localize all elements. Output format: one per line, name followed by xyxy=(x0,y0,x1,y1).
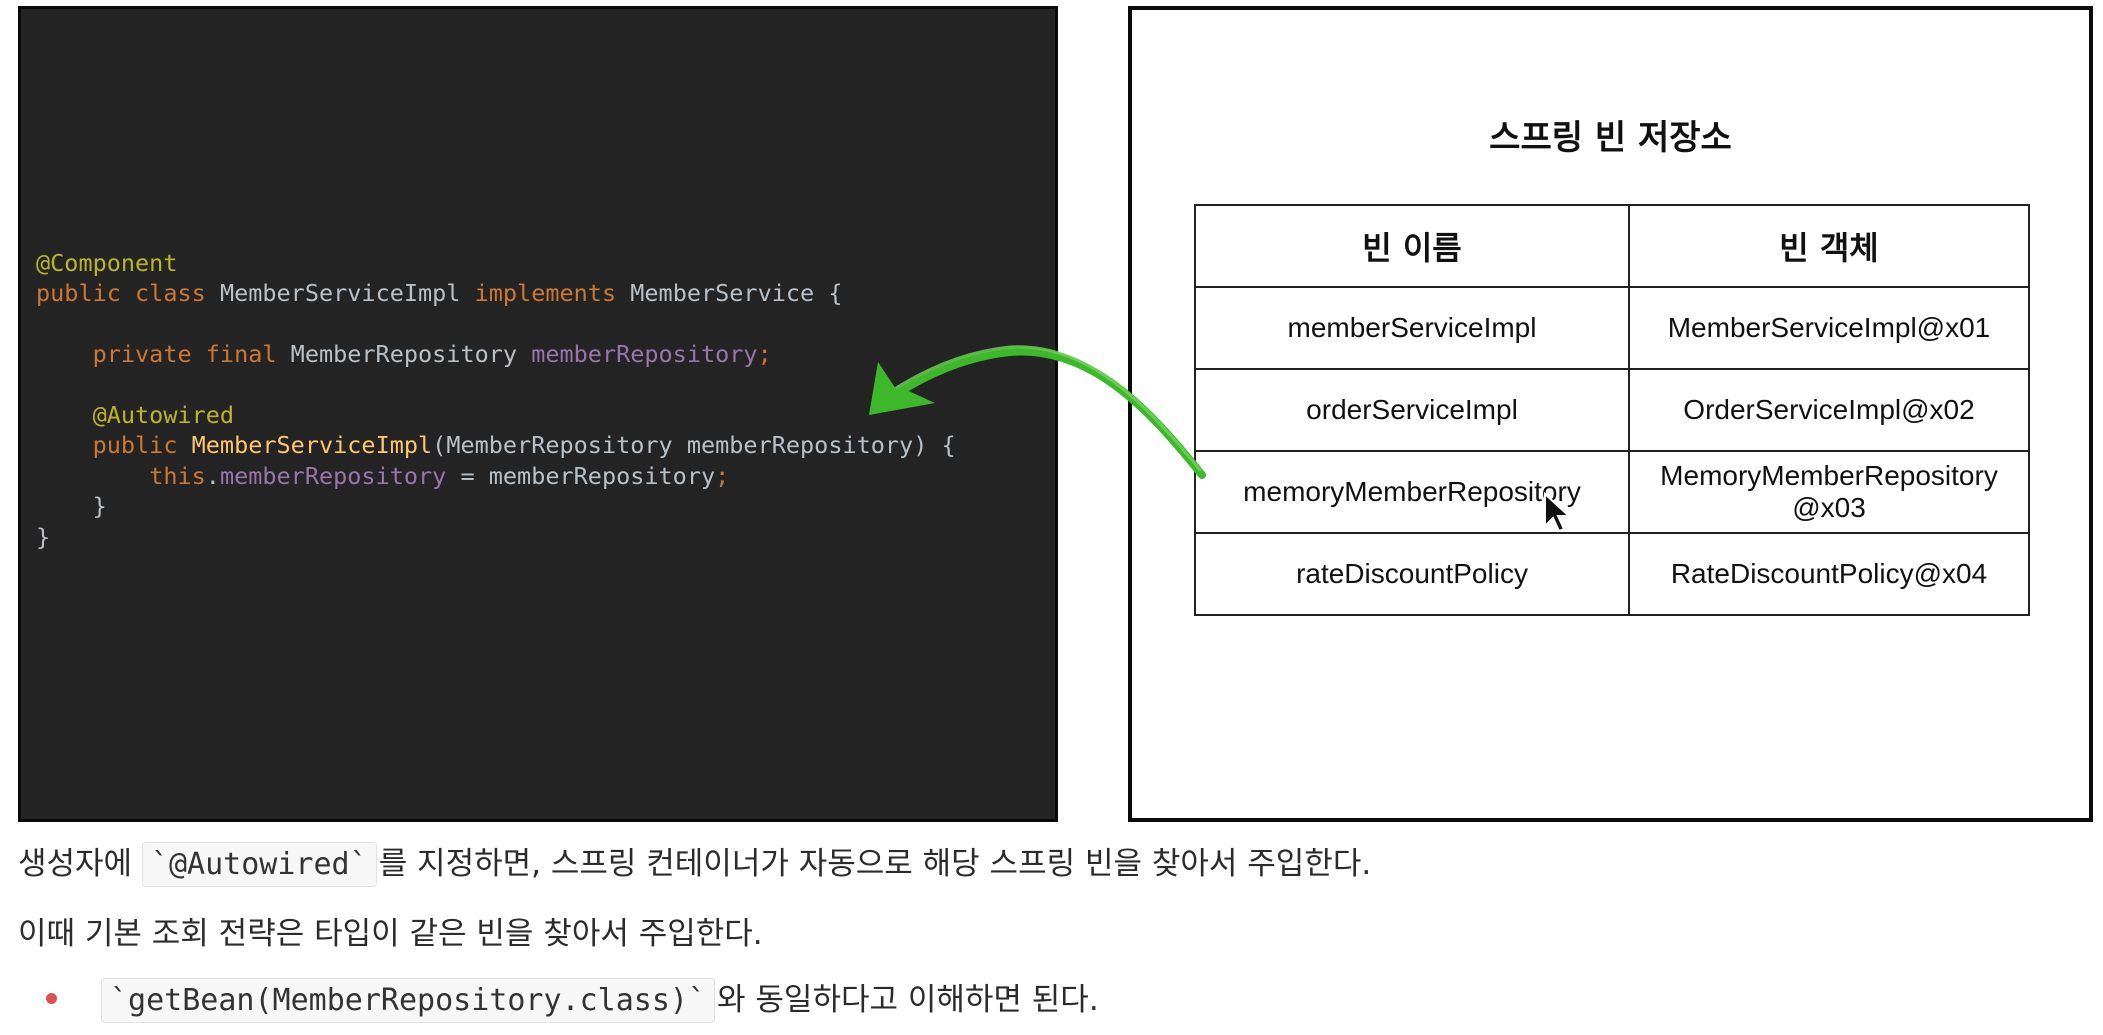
bean-object-line1: MemoryMemberRepository xyxy=(1660,460,1998,491)
bean-object-cell: RateDiscountPolicy@x04 xyxy=(1628,532,2030,616)
code-field: memberRepository xyxy=(531,340,758,369)
code-semicolon: ; xyxy=(757,340,772,369)
inline-code-getbean: `getBean(MemberRepository.class)` xyxy=(101,978,716,1023)
prose-text: 를 지정하면, 스프링 컨테이너가 자동으로 해당 스프링 빈을 찾아서 주입한… xyxy=(378,846,1372,882)
table-row: memberServiceImpl MemberServiceImpl@x01 xyxy=(1194,286,2030,370)
table-row: memoryMemberRepository MemoryMemberRepos… xyxy=(1194,450,2030,534)
explanation-line-1: 생성자에 `@Autowired` 를 지정하면, 스프링 컨테이너가 자동으로 … xyxy=(18,838,1371,887)
code-interface-name: MemberService { xyxy=(630,279,843,308)
bean-object-cell: OrderServiceImpl@x02 xyxy=(1628,368,2030,452)
bean-name-cell: memberServiceImpl xyxy=(1194,286,1630,370)
code-field: memberRepository xyxy=(219,461,447,490)
explanation-line-2: 이때 기본 조회 전략은 타입이 같은 빈을 찾아서 주입한다. xyxy=(18,916,763,952)
code-brace: } xyxy=(36,522,51,551)
code-keyword: this xyxy=(149,461,206,490)
code-keyword: implements xyxy=(474,279,631,308)
prose-text: 와 동일하다고 이해하면 된다. xyxy=(717,982,1099,1018)
code-class-name: MemberServiceImpl xyxy=(219,279,475,308)
bullet-item: `getBean(MemberRepository.class)` 와 동일하다고… xyxy=(46,974,1099,1023)
code-annotation-autowired: @Autowired xyxy=(92,401,235,430)
code-type: MemberRepository xyxy=(290,340,532,369)
bean-name-cell: memoryMemberRepository xyxy=(1194,450,1630,534)
code-annotation-component: @Component xyxy=(36,249,178,277)
code-panel: @Component public class MemberServiceImp… xyxy=(18,6,1058,822)
code-keyword: public xyxy=(92,431,192,460)
code-dot: . xyxy=(205,461,220,490)
code-constructor-params: (MemberRepository memberRepository) { xyxy=(432,431,956,460)
prose-text: 생성자에 xyxy=(18,846,142,882)
header-bean-name: 빈 이름 xyxy=(1194,204,1630,288)
spring-container-panel: 스프링 빈 저장소 빈 이름 빈 객체 memberServiceImpl Me… xyxy=(1128,6,2093,822)
bean-table: 빈 이름 빈 객체 memberServiceImpl MemberServic… xyxy=(1194,204,2030,616)
table-row: orderServiceImpl OrderServiceImpl@x02 xyxy=(1194,368,2030,452)
bean-object-cell: MemberServiceImpl@x01 xyxy=(1628,286,2030,370)
code-semicolon: ; xyxy=(715,461,730,490)
bean-object-cell: MemoryMemberRepository @x03 xyxy=(1628,450,2030,534)
container-title: 스프링 빈 저장소 xyxy=(1489,118,1732,158)
table-header-row: 빈 이름 빈 객체 xyxy=(1194,204,2030,288)
bean-name-cell: orderServiceImpl xyxy=(1194,368,1630,452)
code-block: @Component public class MemberServiceImp… xyxy=(36,248,956,552)
code-keyword: private final xyxy=(92,340,291,369)
header-bean-object: 빈 객체 xyxy=(1628,204,2030,288)
code-constructor-name: MemberServiceImpl xyxy=(191,431,433,460)
inline-code-autowired: `@Autowired` xyxy=(141,842,377,887)
bean-object-line2: @x03 xyxy=(1792,492,1866,523)
bean-name-cell: rateDiscountPolicy xyxy=(1194,532,1630,616)
code-keyword: public class xyxy=(36,279,220,308)
code-assignment: = memberRepository xyxy=(446,461,716,490)
code-brace: } xyxy=(92,492,107,521)
table-row: rateDiscountPolicy RateDiscountPolicy@x0… xyxy=(1194,532,2030,616)
bullet-dot-icon xyxy=(46,993,57,1004)
